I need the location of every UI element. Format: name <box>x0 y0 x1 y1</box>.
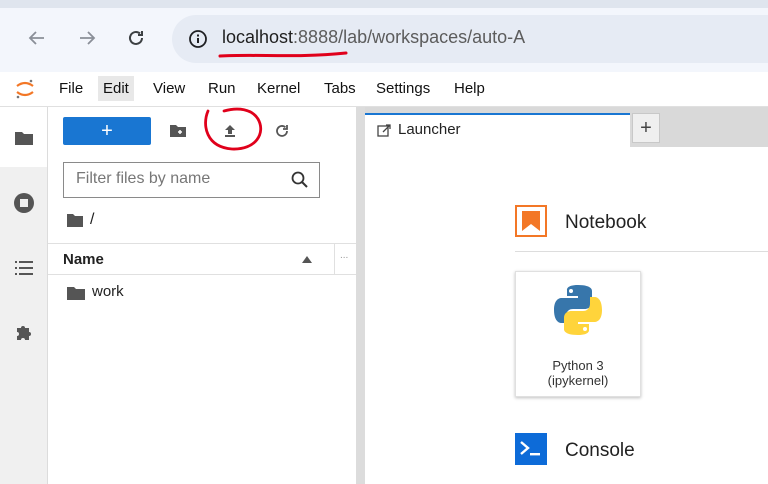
file-browser-panel: + / Name ... work <box>48 107 356 484</box>
menubar: File Edit View Run Kernel Tabs Settings … <box>0 72 768 107</box>
launcher-panel: Notebook Python 3 (ipykernel) Console <box>365 147 768 484</box>
reload-button[interactable] <box>122 24 150 52</box>
filter-files-field[interactable] <box>63 162 320 198</box>
new-folder-icon[interactable] <box>168 121 188 141</box>
filter-files-input[interactable] <box>74 169 278 189</box>
menu-kernel[interactable]: Kernel <box>255 80 302 97</box>
kernel-detail: (ipykernel) <box>547 373 609 388</box>
reload-icon <box>129 30 143 45</box>
panel-splitter[interactable] <box>356 107 365 484</box>
launcher-icon <box>377 124 391 137</box>
extension-puzzle-icon[interactable] <box>13 321 35 343</box>
notebook-section-title: Notebook <box>565 212 647 233</box>
folder-icon <box>67 287 85 300</box>
python-logo-icon <box>554 285 602 335</box>
browser-chrome: localhost:8888/lab/workspaces/auto-A <box>0 0 768 72</box>
menu-tabs[interactable]: Tabs <box>322 80 358 97</box>
jupyter-logo-icon[interactable] <box>14 78 36 100</box>
url-text[interactable]: localhost:8888/lab/workspaces/auto-A <box>222 27 525 48</box>
breadcrumb[interactable]: / <box>66 211 94 229</box>
refresh-icon[interactable] <box>272 121 292 141</box>
info-icon[interactable] <box>188 29 208 49</box>
browser-tab-strip <box>0 0 768 8</box>
red-underline-annotation <box>218 51 348 58</box>
file-list-header: Name ... <box>48 243 356 275</box>
sort-ascending-icon[interactable] <box>302 255 312 263</box>
menu-run[interactable]: Run <box>206 80 238 97</box>
column-separator[interactable] <box>334 244 335 274</box>
list-item[interactable]: work <box>48 279 356 307</box>
forward-button[interactable] <box>73 24 101 52</box>
menu-help[interactable]: Help <box>452 80 487 97</box>
menu-edit[interactable]: Edit <box>98 76 134 101</box>
menu-view[interactable]: View <box>151 80 187 97</box>
add-tab-button[interactable]: + <box>632 113 660 143</box>
menu-settings[interactable]: Settings <box>374 80 432 97</box>
console-icon <box>515 433 547 465</box>
new-launcher-button[interactable]: + <box>63 117 151 145</box>
breadcrumb-root[interactable]: / <box>90 211 94 229</box>
left-activity-bar <box>0 107 48 484</box>
folder-icon[interactable] <box>13 127 35 149</box>
main-tab-bar: Launcher + <box>365 107 768 147</box>
python3-kernel-card[interactable]: Python 3 (ipykernel) <box>515 271 641 397</box>
kernel-name: Python 3 <box>552 358 604 373</box>
tab-label: Launcher <box>398 121 461 138</box>
notebook-section-divider <box>515 251 768 252</box>
folder-icon <box>67 214 83 227</box>
console-section-title: Console <box>565 440 635 461</box>
back-button[interactable] <box>23 24 51 52</box>
arrow-left-icon <box>28 31 44 45</box>
search-icon <box>291 171 308 188</box>
tab-launcher[interactable]: Launcher <box>365 113 630 147</box>
notebook-icon <box>515 205 547 237</box>
url-path: :8888/lab/workspaces/auto-A <box>293 27 526 47</box>
kernel-card-label: Python 3 (ipykernel) <box>516 358 640 388</box>
url-host: localhost <box>222 27 294 47</box>
column-header-name[interactable]: Name <box>63 251 104 268</box>
list-item-name: work <box>92 283 124 300</box>
menu-file[interactable]: File <box>57 80 85 97</box>
running-stop-icon[interactable] <box>13 192 35 214</box>
column-more[interactable]: ... <box>340 250 348 261</box>
red-circle-annotation <box>204 107 263 151</box>
table-of-contents-icon[interactable] <box>13 257 35 279</box>
arrow-right-icon <box>80 31 96 45</box>
